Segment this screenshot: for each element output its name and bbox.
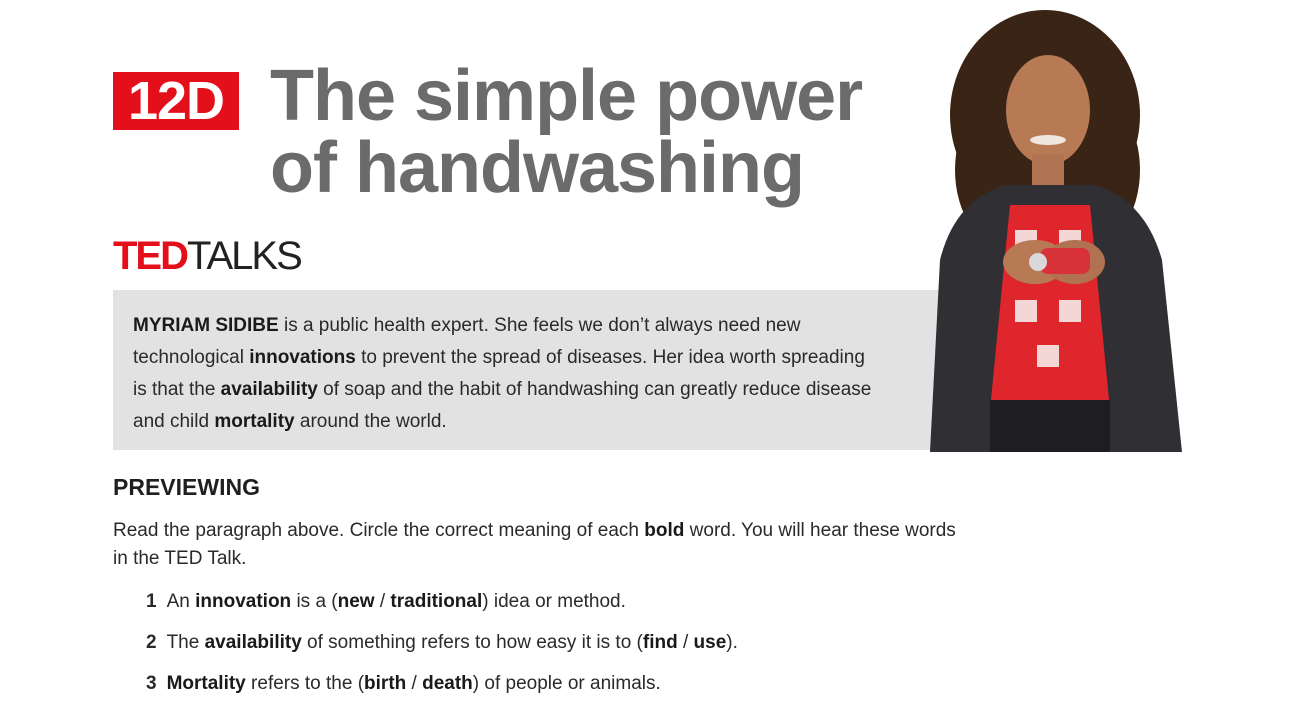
previewing-heading: PREVIEWING xyxy=(113,474,260,500)
ted-talks-logo: TEDTALKS xyxy=(113,234,303,278)
bold-word-mortality: mortality xyxy=(214,411,295,432)
question-number: 2 xyxy=(146,632,157,653)
intro-text-4: around the world. xyxy=(294,411,447,432)
speaker-name: MYRIAM SIDIBE xyxy=(133,315,279,336)
bold-word-innovations: innovations xyxy=(249,347,356,368)
option-separator: / xyxy=(677,632,694,653)
option-b[interactable]: traditional xyxy=(390,591,482,612)
question-term: Mortality xyxy=(166,673,246,694)
title-line-1: The simple power xyxy=(270,56,863,136)
option-b[interactable]: death xyxy=(422,673,473,694)
question-text: An xyxy=(166,591,196,612)
question-item: 2 The availability of something refers to… xyxy=(146,631,738,655)
ted-logo-text: TED xyxy=(113,234,189,278)
question-list: 1 An innovation is a (new / traditional) … xyxy=(146,590,738,713)
talks-logo-text: TALKS xyxy=(187,234,303,278)
instructions-bold: bold xyxy=(644,520,685,541)
previewing-instructions: Read the paragraph above. Circle the cor… xyxy=(113,517,973,573)
option-separator: / xyxy=(406,673,423,694)
bold-word-availability: availability xyxy=(220,379,318,400)
question-item: 3 Mortality refers to the (birth / death)… xyxy=(146,672,738,696)
question-number: 1 xyxy=(146,591,157,612)
option-a[interactable]: new xyxy=(338,591,375,612)
question-text: ) of people or animals. xyxy=(472,673,661,694)
question-text: refers to the ( xyxy=(245,673,365,694)
question-text: ) idea or method. xyxy=(482,591,626,612)
question-text: The xyxy=(166,632,205,653)
unit-badge: 12D xyxy=(113,72,239,130)
intro-paragraph: MYRIAM SIDIBE is a public health expert.… xyxy=(133,310,873,438)
option-a[interactable]: find xyxy=(643,632,678,653)
page-title: The simple power of handwashing xyxy=(270,56,863,208)
instructions-text-1: Read the paragraph above. Circle the cor… xyxy=(113,520,645,541)
question-text: ). xyxy=(726,632,738,653)
question-term: innovation xyxy=(195,591,292,612)
speaker-photo xyxy=(930,10,1182,452)
question-text: is a ( xyxy=(291,591,338,612)
question-number: 3 xyxy=(146,673,157,694)
question-term: availability xyxy=(204,632,302,653)
option-separator: / xyxy=(374,591,391,612)
question-text: of something refers to how easy it is to… xyxy=(301,632,643,653)
question-item: 1 An innovation is a (new / traditional) … xyxy=(146,590,738,614)
option-a[interactable]: birth xyxy=(364,673,406,694)
option-b[interactable]: use xyxy=(694,632,727,653)
title-line-2: of handwashing xyxy=(270,128,805,208)
